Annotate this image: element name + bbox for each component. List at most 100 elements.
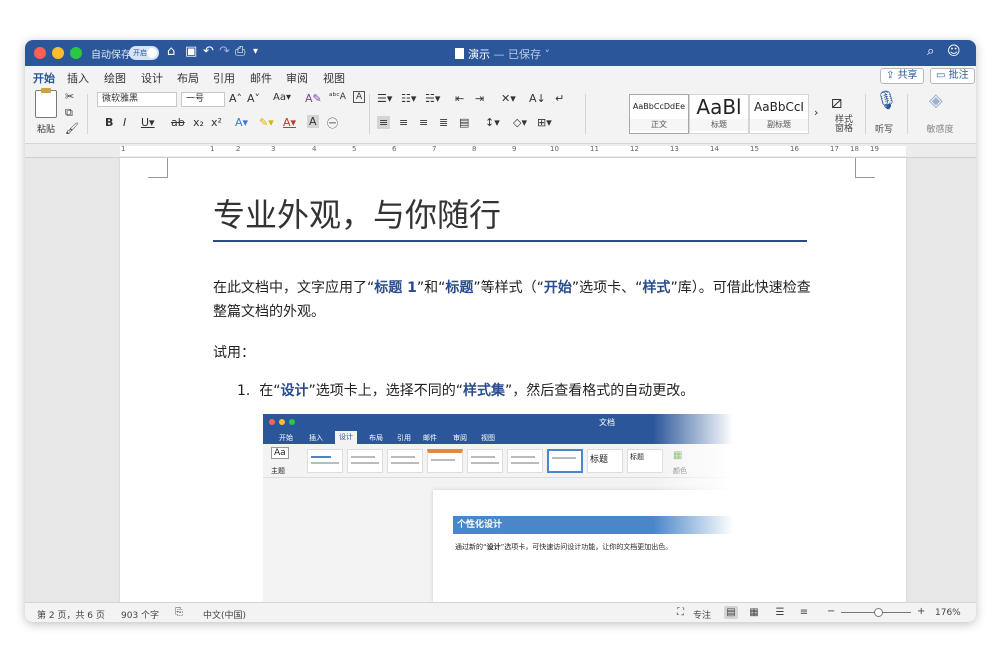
list-item[interactable]: 1. 在“设计”选项卡上，选择不同的“样式集”，然后查看格式的自动更改。 bbox=[237, 380, 694, 400]
line-spacing-icon[interactable]: ↕▾ bbox=[485, 116, 500, 129]
tab-review[interactable]: 审阅 bbox=[286, 70, 308, 86]
minimize-window-button[interactable] bbox=[52, 47, 64, 59]
distributed-icon[interactable]: ▤ bbox=[459, 116, 469, 129]
style-normal[interactable]: AaBbCcDdEe 正文 bbox=[629, 94, 689, 134]
superscript-button[interactable]: x² bbox=[211, 116, 222, 129]
account-icon[interactable]: ☺ bbox=[947, 44, 961, 59]
asian-layout-icon[interactable]: ✕▾ bbox=[501, 92, 516, 105]
zoom-level[interactable]: 176% bbox=[935, 608, 961, 618]
multilevel-list-icon[interactable]: ☵▾ bbox=[425, 92, 440, 105]
proofing-icon[interactable]: ⎘ bbox=[175, 607, 183, 618]
title-bar: 自动保存 开启 ⌂ ▣ ↶ ↷ ⎙ ▾ 演示 — 已保存 ˅ ⌕ ☺ bbox=[25, 40, 976, 66]
redo-icon[interactable]: ↷ bbox=[219, 44, 230, 59]
borders-icon[interactable]: ⊞▾ bbox=[537, 116, 552, 129]
tab-draw[interactable]: 绘图 bbox=[104, 70, 126, 86]
decrease-indent-icon[interactable]: ⇤ bbox=[455, 92, 464, 105]
subscript-button[interactable]: x₂ bbox=[193, 116, 204, 129]
align-left-icon[interactable]: ≡ bbox=[377, 116, 391, 129]
embedded-style-thumb bbox=[427, 449, 463, 473]
styles-pane-label[interactable]: 样式 窗格 bbox=[829, 116, 859, 134]
align-center-icon[interactable]: ≡ bbox=[399, 116, 408, 129]
ruler[interactable]: 1 1 2 3 4 5 6 7 8 9 10 11 12 13 14 15 16… bbox=[25, 144, 976, 158]
shading-icon[interactable]: ◇▾ bbox=[513, 116, 527, 129]
page[interactable]: 专业外观，与你随行 在此文档中，文字应用了“标题 1”和“标题”等样式（“开始”… bbox=[120, 158, 906, 602]
embedded-tab: 引用 bbox=[397, 434, 411, 442]
close-window-button[interactable] bbox=[34, 47, 46, 59]
styles-pane-icon[interactable]: ⧄ bbox=[831, 92, 842, 113]
embedded-style-thumb: 标题 bbox=[587, 449, 623, 473]
comments-button[interactable]: ▭ 批注 bbox=[930, 68, 975, 84]
font-size-select[interactable]: 一号 bbox=[181, 92, 225, 107]
font-name-select[interactable]: 微软雅黑 bbox=[97, 92, 177, 107]
highlight-color-icon[interactable]: ✎▾ bbox=[259, 116, 274, 129]
sensitivity-icon[interactable]: ◈ bbox=[929, 90, 943, 111]
character-border-icon[interactable]: A bbox=[353, 91, 366, 103]
cut-icon[interactable]: ✂ bbox=[65, 90, 74, 103]
styles-gallery-more-icon[interactable]: › bbox=[814, 106, 818, 119]
outline-view-button[interactable]: ☰ bbox=[773, 606, 787, 619]
strikethrough-button[interactable]: ab bbox=[171, 116, 185, 129]
character-shading-icon[interactable]: A bbox=[307, 115, 319, 128]
search-icon[interactable]: ⌕ bbox=[927, 44, 934, 59]
underline-button[interactable]: U▾ bbox=[141, 116, 155, 129]
body-paragraph[interactable]: 在此文档中，文字应用了“标题 1”和“标题”等样式（“开始”选项卡、“样式”库）… bbox=[213, 276, 813, 324]
focus-icon[interactable]: ⛶ bbox=[677, 607, 684, 618]
autosave-toggle[interactable]: 开启 bbox=[129, 46, 159, 60]
page-count[interactable]: 第 2 页，共 6 页 bbox=[37, 608, 105, 621]
clear-formatting-icon[interactable]: A✎ bbox=[305, 92, 322, 105]
sensitivity-label[interactable]: 敏感度 bbox=[923, 122, 957, 135]
zoom-slider-handle[interactable] bbox=[874, 608, 883, 617]
tab-layout[interactable]: 布局 bbox=[177, 70, 199, 86]
microphone-icon[interactable]: 🎙 bbox=[875, 90, 898, 111]
align-right-icon[interactable]: ≡ bbox=[419, 116, 428, 129]
tab-mailings[interactable]: 邮件 bbox=[250, 70, 272, 86]
justify-icon[interactable]: ≣ bbox=[439, 116, 448, 129]
home-icon[interactable]: ⌂ bbox=[167, 44, 175, 59]
copy-icon[interactable]: ⧉ bbox=[65, 106, 73, 120]
sort-icon[interactable]: A↓ bbox=[529, 92, 546, 105]
document-area[interactable]: 专业外观，与你随行 在此文档中，文字应用了“标题 1”和“标题”等样式（“开始”… bbox=[25, 158, 976, 602]
show-formatting-icon[interactable]: ↵ bbox=[555, 92, 564, 105]
zoom-in-button[interactable]: + bbox=[917, 606, 925, 617]
undo-icon[interactable]: ↶ bbox=[203, 44, 214, 59]
dictate-label[interactable]: 听写 bbox=[869, 122, 899, 135]
paste-icon[interactable] bbox=[35, 88, 57, 118]
try-it-label[interactable]: 试用： bbox=[213, 342, 255, 362]
format-painter-icon[interactable]: 🖌 bbox=[65, 122, 79, 135]
print-icon[interactable]: ⎙ bbox=[235, 44, 245, 59]
saved-status[interactable]: — 已保存 ˅ bbox=[494, 48, 551, 61]
draft-view-button[interactable]: ≡ bbox=[797, 606, 811, 619]
save-icon[interactable]: ▣ bbox=[185, 44, 197, 59]
document-heading[interactable]: 专业外观，与你随行 bbox=[213, 190, 501, 236]
embedded-minimize-dot bbox=[279, 419, 285, 425]
tab-insert[interactable]: 插入 bbox=[67, 70, 89, 86]
italic-button[interactable]: I bbox=[123, 116, 126, 129]
print-layout-view-button[interactable]: ▤ bbox=[724, 606, 738, 619]
numbering-icon[interactable]: ☷▾ bbox=[401, 92, 416, 105]
customize-toolbar-icon[interactable]: ▾ bbox=[253, 46, 258, 57]
phonetic-guide-icon[interactable]: ᵃᵇᶜA bbox=[329, 92, 346, 102]
tab-design[interactable]: 设计 bbox=[141, 70, 163, 86]
bullets-icon[interactable]: ☰▾ bbox=[377, 92, 392, 105]
zoom-out-button[interactable]: − bbox=[827, 606, 835, 617]
focus-label[interactable]: 专注 bbox=[693, 608, 711, 621]
word-count[interactable]: 903 个字 bbox=[121, 608, 159, 621]
increase-indent-icon[interactable]: ⇥ bbox=[475, 92, 484, 105]
share-button[interactable]: ⇪ 共享 bbox=[880, 68, 924, 84]
ruler-number: 14 bbox=[710, 145, 719, 153]
tab-view[interactable]: 视图 bbox=[323, 70, 345, 86]
embedded-screenshot[interactable]: 文档 开始 插入 设计 布局 引用 邮件 审阅 视图 Aa 主题 标题 标题 个… bbox=[263, 414, 733, 602]
style-subtitle[interactable]: AaBbCcI 副标题 bbox=[749, 94, 809, 134]
text-effects-icon[interactable]: A▾ bbox=[235, 116, 248, 129]
increase-font-icon[interactable]: A˄ bbox=[229, 92, 242, 105]
bold-button[interactable]: B bbox=[105, 116, 113, 129]
language[interactable]: 中文(中国) bbox=[203, 608, 246, 621]
web-layout-view-button[interactable]: ▦ bbox=[747, 606, 761, 619]
enclose-character-icon[interactable]: ㊀ bbox=[327, 115, 338, 131]
decrease-font-icon[interactable]: A˅ bbox=[247, 92, 260, 105]
maximize-window-button[interactable] bbox=[70, 47, 82, 59]
font-color-icon[interactable]: A▾ bbox=[283, 116, 296, 129]
style-title[interactable]: AaBl 标题 bbox=[689, 94, 749, 134]
tab-references[interactable]: 引用 bbox=[213, 70, 235, 86]
change-case-icon[interactable]: Aa▾ bbox=[273, 92, 291, 103]
